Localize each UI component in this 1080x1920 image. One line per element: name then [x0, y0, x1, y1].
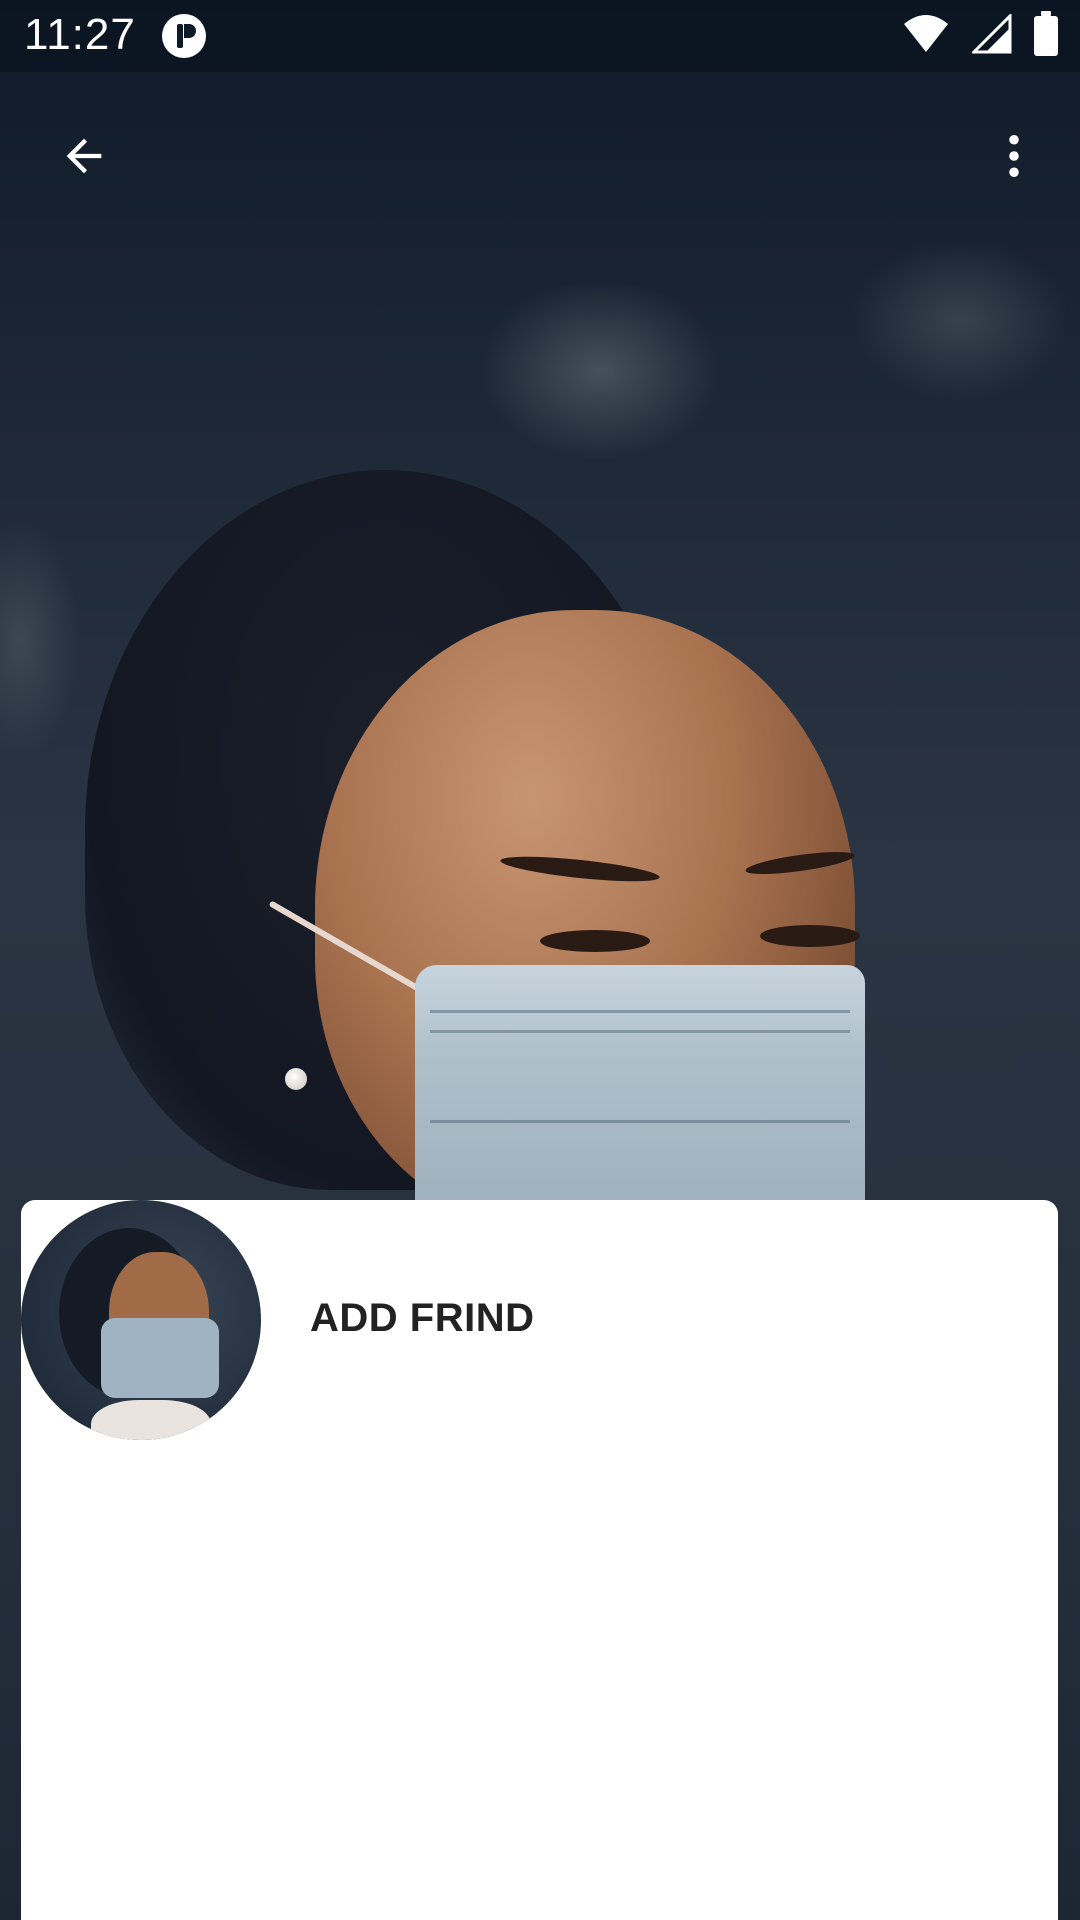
wifi-icon — [904, 15, 948, 52]
battery-icon — [1034, 11, 1058, 56]
app-notification-icon — [162, 14, 206, 58]
add-friend-label[interactable]: ADD FRIND — [310, 1296, 534, 1341]
more-vert-icon — [1009, 134, 1019, 178]
back-button[interactable] — [36, 108, 132, 204]
cover-photo-mask-pleat — [430, 1120, 850, 1123]
status-bar: 11:27 — [0, 0, 1080, 72]
cover-photo-mask — [415, 965, 865, 1205]
profile-card: ADD FRIND — [21, 1200, 1058, 1920]
toolbar — [0, 100, 1080, 212]
avatar-collar — [91, 1400, 211, 1440]
status-time: 11:27 — [24, 10, 136, 59]
cover-photo-eye — [540, 930, 650, 952]
cover-photo-mask-pleat — [430, 1030, 850, 1033]
cover-photo-earring — [285, 1068, 307, 1090]
cover-photo-mask-pleat — [430, 1010, 850, 1013]
more-options-button[interactable] — [966, 108, 1062, 204]
avatar-mask — [101, 1318, 219, 1398]
signal-icon — [972, 14, 1012, 54]
profile-screen: 11:27 ADD FRIND — [0, 0, 1080, 1920]
cover-photo-eye — [760, 925, 860, 947]
arrow-back-icon — [66, 138, 102, 174]
avatar[interactable] — [21, 1200, 261, 1440]
